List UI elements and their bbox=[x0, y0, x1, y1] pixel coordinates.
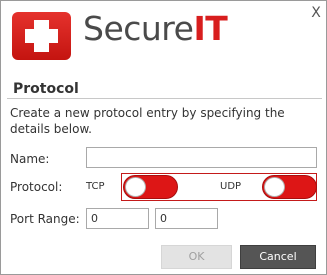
port-to-input[interactable] bbox=[155, 208, 218, 229]
tcp-toggle-knob bbox=[125, 177, 146, 197]
brand-name-part2: IT bbox=[193, 9, 228, 48]
udp-label: UDP bbox=[220, 181, 242, 192]
red-cross-icon bbox=[25, 20, 58, 52]
section-description: Create a new protocol entry by specifyin… bbox=[10, 106, 285, 136]
udp-toggle-knob bbox=[264, 177, 285, 197]
udp-toggle[interactable] bbox=[262, 175, 317, 199]
port-from-input[interactable] bbox=[86, 208, 149, 229]
logo-icon bbox=[12, 12, 71, 60]
cancel-button[interactable]: Cancel bbox=[240, 245, 316, 269]
section-title: Protocol bbox=[13, 81, 79, 97]
close-icon[interactable]: X bbox=[308, 4, 324, 22]
protocol-label: Protocol: bbox=[10, 180, 63, 194]
dialog-window: X SecureIT Protocol Create a new protoco… bbox=[0, 0, 327, 275]
section-divider bbox=[7, 98, 322, 99]
brand-name: SecureIT bbox=[83, 9, 228, 49]
ok-button[interactable]: OK bbox=[161, 245, 232, 269]
brand-name-part1: Secure bbox=[83, 9, 194, 48]
name-input[interactable] bbox=[86, 147, 317, 168]
tcp-toggle[interactable] bbox=[123, 175, 178, 199]
name-label: Name: bbox=[10, 152, 50, 166]
port-range-label: Port Range: bbox=[10, 212, 80, 226]
tcp-label: TCP bbox=[86, 181, 105, 192]
